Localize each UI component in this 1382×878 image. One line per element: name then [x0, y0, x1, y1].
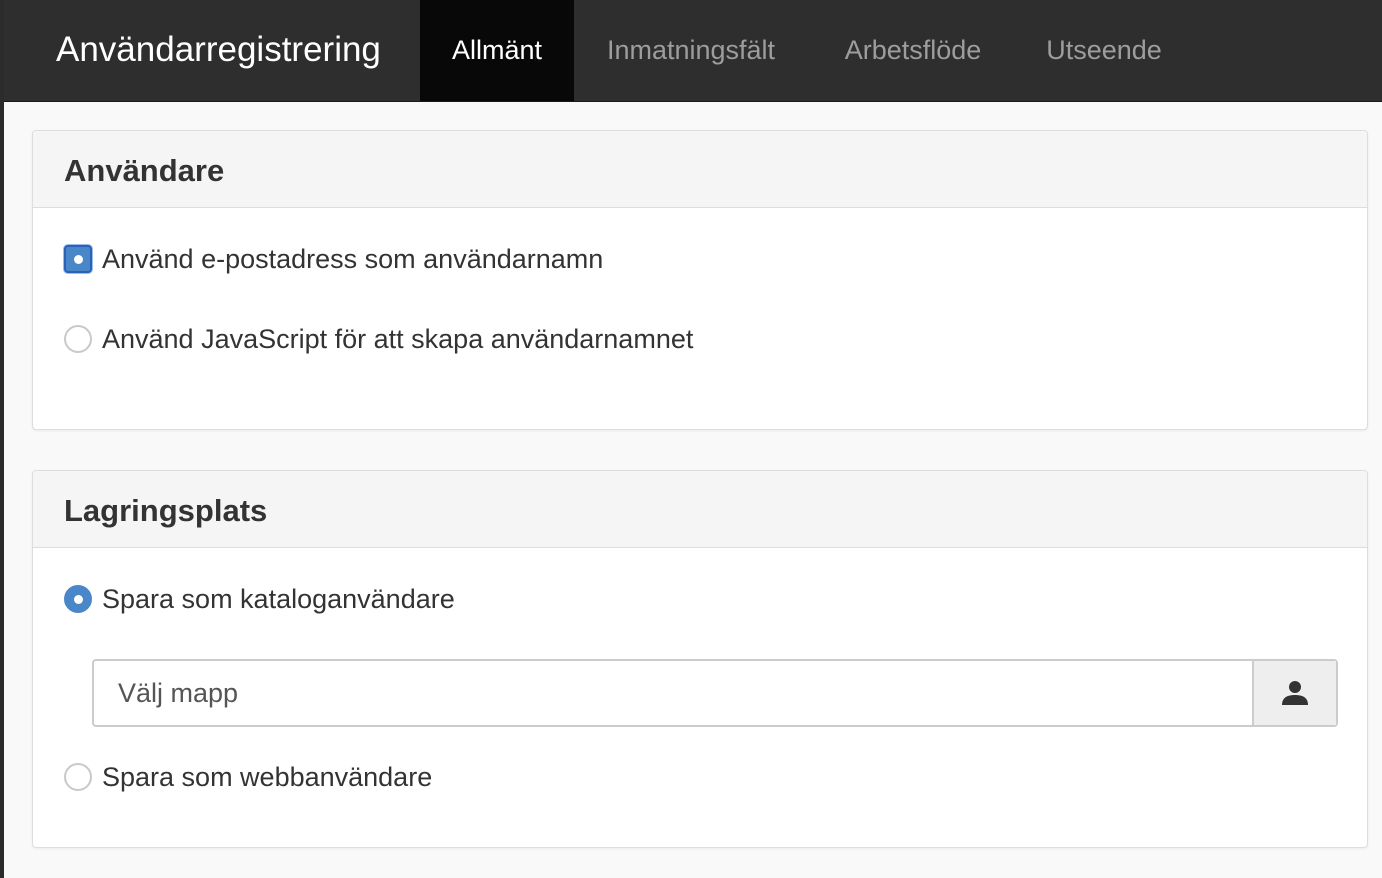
- storage-panel: Lagringsplats Spara som kataloganvändare…: [32, 470, 1368, 848]
- users-panel-heading: Användare: [33, 131, 1367, 208]
- storage-panel-heading: Lagringsplats: [33, 471, 1367, 548]
- radio-directory-user[interactable]: [64, 585, 92, 613]
- folder-picker: [92, 659, 1338, 727]
- user-icon: [1282, 681, 1308, 705]
- radio-email-username-label: Använd e-postadress som användarnamn: [102, 243, 604, 274]
- radio-option-directory-user[interactable]: Spara som kataloganvändare: [64, 582, 455, 616]
- users-panel: Användare Använd e-postadress som använd…: [32, 130, 1368, 430]
- radio-web-user[interactable]: [64, 763, 92, 791]
- tab-input-fields[interactable]: Inmatningsfält: [574, 0, 808, 101]
- radio-email-username[interactable]: [64, 245, 92, 273]
- radio-web-user-label: Spara som webbanvändare: [102, 761, 433, 792]
- tab-appearance[interactable]: Utseende: [1014, 0, 1194, 101]
- radio-javascript-username[interactable]: [64, 325, 92, 353]
- top-navbar: Användarregistrering Allmänt Inmatningsf…: [4, 0, 1382, 102]
- radio-directory-user-label: Spara som kataloganvändare: [102, 583, 455, 614]
- tab-workflow[interactable]: Arbetsflöde: [812, 0, 1014, 101]
- radio-option-email-username[interactable]: Använd e-postadress som användarnamn: [64, 242, 603, 276]
- select-folder-button[interactable]: [1252, 661, 1336, 725]
- folder-input[interactable]: [94, 661, 1252, 725]
- tab-general[interactable]: Allmänt: [420, 0, 574, 101]
- radio-option-web-user[interactable]: Spara som webbanvändare: [64, 760, 432, 794]
- radio-option-javascript-username[interactable]: Använd JavaScript för att skapa användar…: [64, 322, 693, 356]
- radio-javascript-username-label: Använd JavaScript för att skapa användar…: [102, 323, 694, 354]
- app-title: Användarregistrering: [56, 30, 381, 69]
